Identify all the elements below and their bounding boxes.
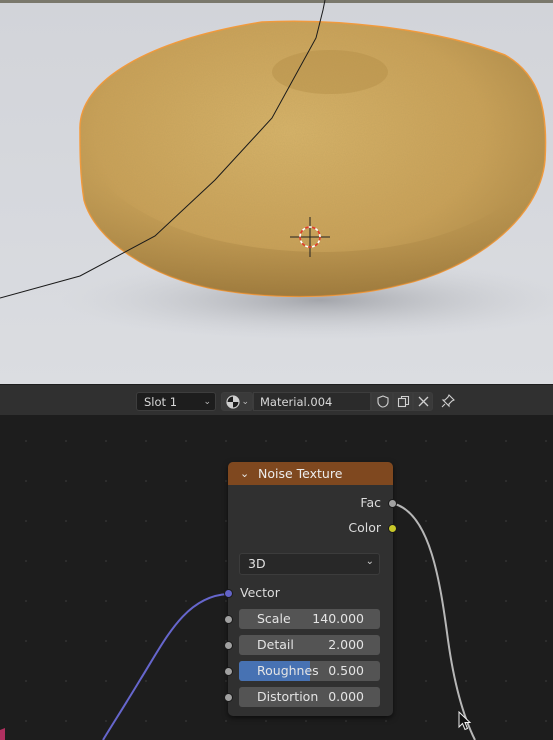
3d-viewport[interactable] (0, 0, 553, 384)
slot-dropdown-label: Slot 1 (144, 395, 178, 409)
material-name-field[interactable]: Material.004 (253, 392, 371, 411)
chevron-down-icon: ⌄ (241, 397, 249, 407)
roughness-label: Roughnes (257, 663, 319, 678)
output-color-label: Color (348, 520, 381, 535)
material-browse-button[interactable]: ⌄ (221, 392, 253, 411)
collapse-chevron-icon[interactable]: ⌄ (240, 462, 249, 485)
viewport-scene (0, 0, 553, 340)
vector-input-label: Vector (240, 585, 280, 600)
color-output-socket[interactable] (388, 524, 397, 533)
dimensions-value: 3D (248, 556, 266, 571)
mouse-pointer-icon (458, 711, 472, 731)
scale-field[interactable]: Scale 140.000 (239, 609, 380, 629)
fac-output-socket[interactable] (388, 499, 397, 508)
output-fac-label: Fac (360, 495, 381, 510)
node-header[interactable]: ⌄ Noise Texture (228, 462, 393, 485)
scale-input-socket[interactable] (224, 615, 233, 624)
chevron-down-icon: ⌄ (365, 556, 374, 567)
dimensions-dropdown[interactable]: 3D ⌄ (239, 553, 380, 575)
detail-field[interactable]: Detail 2.000 (239, 635, 380, 655)
distortion-input-socket[interactable] (224, 693, 233, 702)
duplicate-icon (397, 395, 410, 408)
distortion-label: Distortion (257, 689, 319, 704)
material-sphere-icon (226, 395, 240, 409)
detail-label: Detail (257, 637, 294, 652)
shield-icon (377, 395, 389, 408)
material-name: Material.004 (260, 395, 333, 409)
distortion-value: 0.000 (328, 689, 364, 704)
vector-input-socket[interactable] (224, 589, 233, 598)
chevron-down-icon: ⌄ (203, 397, 211, 407)
slot-dropdown[interactable]: Slot 1 ⌄ (136, 392, 216, 411)
detail-input-socket[interactable] (224, 641, 233, 650)
unlink-material-button[interactable] (413, 392, 433, 411)
node-title: Noise Texture (258, 466, 343, 481)
roughness-input-socket[interactable] (224, 667, 233, 676)
node-editor-header: Slot 1 ⌄ ⌄ Material.004 (0, 384, 553, 416)
roughness-slider[interactable]: Roughnes 0.500 (239, 661, 380, 681)
roughness-value: 0.500 (328, 663, 364, 678)
scale-label: Scale (257, 611, 291, 626)
pin-button[interactable] (439, 392, 457, 411)
scale-value: 140.000 (312, 611, 364, 626)
pin-icon (441, 394, 455, 408)
close-icon (418, 396, 429, 407)
noise-texture-node[interactable]: ⌄ Noise Texture Fac Color 3D ⌄ Vector Sc… (224, 462, 397, 716)
distortion-field[interactable]: Distortion 0.000 (239, 687, 380, 707)
fake-user-button[interactable] (371, 392, 393, 411)
detail-value: 2.000 (328, 637, 364, 652)
duplicate-material-button[interactable] (393, 392, 413, 411)
